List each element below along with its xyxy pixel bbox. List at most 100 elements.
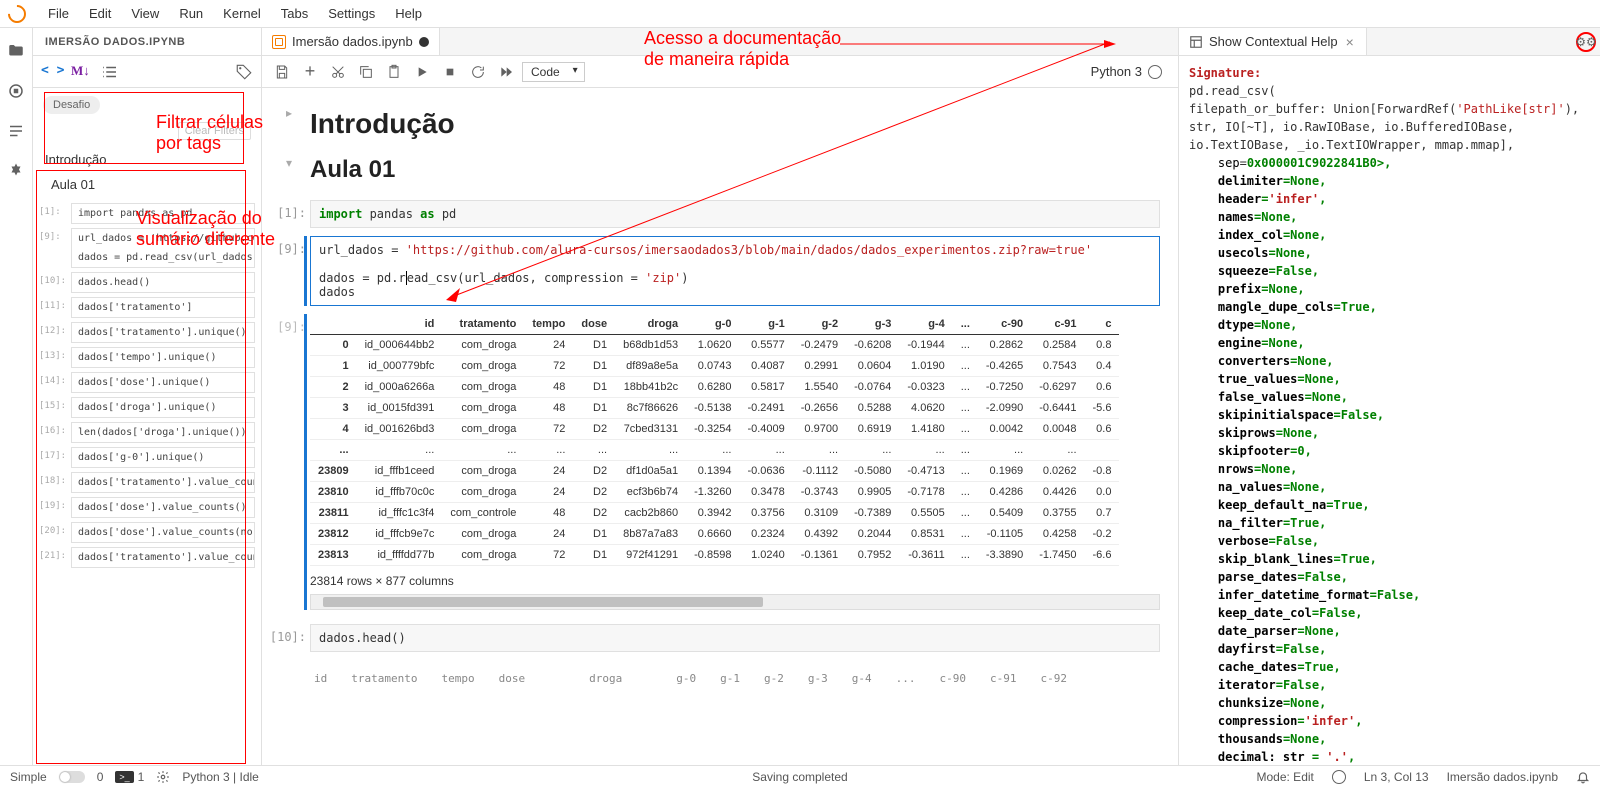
output-prompt: [9]:	[266, 320, 306, 334]
dirty-indicator-icon	[419, 37, 429, 47]
code-toggle-icon[interactable]: < >	[41, 63, 59, 81]
toc-cell[interactable]: [17]:dados['g-0'].unique()	[71, 447, 255, 468]
code-cell[interactable]: [1]: import pandas as pd	[310, 200, 1160, 228]
close-icon[interactable]: ×	[1344, 34, 1356, 50]
markdown-toggle-icon[interactable]: M↓	[71, 63, 89, 81]
extension-icon[interactable]	[7, 162, 25, 180]
status-saving: Saving completed	[752, 770, 847, 784]
right-panel: Show Contextual Help × Signature:pd.read…	[1179, 28, 1600, 765]
paste-button[interactable]	[382, 60, 406, 84]
tab-label: Show Contextual Help	[1209, 34, 1338, 49]
kernel-indicator[interactable]: Python 3	[1091, 64, 1170, 79]
cell-prompt: [1]:	[266, 206, 306, 220]
heading-h1: Introdução	[310, 108, 1160, 140]
status-simple: Simple	[10, 770, 47, 784]
toc-cell[interactable]: [20]:dados['dose'].value_counts(normaliz	[71, 522, 255, 543]
bell-icon[interactable]	[1576, 770, 1590, 784]
simple-toggle[interactable]	[59, 771, 85, 783]
save-button[interactable]	[270, 60, 294, 84]
toc-cell[interactable]: [19]:dados['dose'].value_counts()	[71, 497, 255, 518]
code-cell[interactable]: [10]: dados.head()	[310, 624, 1160, 652]
cell-input[interactable]: import pandas as pd	[310, 200, 1160, 228]
toc-cell[interactable]: [11]:dados['tratamento']	[71, 297, 255, 318]
menu-file[interactable]: File	[38, 2, 79, 25]
cell-input[interactable]: url_dados = 'https://github.com/alura-cu…	[310, 236, 1160, 306]
heading-h2: Aula 01	[310, 156, 1160, 184]
cell-prompt: [10]:	[266, 630, 306, 644]
status-zero: 0	[97, 770, 104, 784]
toc-cell[interactable]: [14]:dados['dose'].unique()	[71, 372, 255, 393]
toc-cell[interactable]: [16]:len(dados['droga'].unique())	[71, 422, 255, 443]
terminals-badge[interactable]: >_1	[115, 770, 144, 784]
help-tab-bar: Show Contextual Help ×	[1179, 28, 1600, 56]
tag-filter-row: Desafio	[33, 88, 261, 122]
run-all-button[interactable]	[494, 60, 518, 84]
notebook-file-icon	[272, 35, 286, 49]
menu-run[interactable]: Run	[169, 2, 213, 25]
status-mode: Mode: Edit	[1257, 770, 1314, 784]
tab-label: Imersão dados.ipynb	[292, 34, 413, 49]
output-dataframe: idtratamentotempodosedrogag-0g-1g-2g-3g-…	[310, 314, 1160, 610]
add-cell-button[interactable]: +	[298, 60, 322, 84]
copy-button[interactable]	[354, 60, 378, 84]
cut-button[interactable]	[326, 60, 350, 84]
toc-cell[interactable]: [15]:dados['droga'].unique()	[71, 397, 255, 418]
toc-heading[interactable]: Introdução	[33, 147, 261, 172]
toc-cell[interactable]: [9]:url_dados = 'https://github.com/alud…	[71, 228, 255, 268]
kernel-ring-icon	[1332, 770, 1346, 784]
clear-filters-button[interactable]: Clear Filters	[178, 122, 251, 140]
center-area: Imersão dados.ipynb + Code Python 3 ▸ In…	[262, 28, 1179, 765]
menu-tabs[interactable]: Tabs	[271, 2, 318, 25]
toc-cell[interactable]: [12]:dados['tratamento'].unique()	[71, 322, 255, 343]
left-panel: IMERSÃO DADOS.IPYNB < > M↓ Desafio Clear…	[33, 28, 262, 765]
stop-button[interactable]	[438, 60, 462, 84]
toc-cell[interactable]: [10]:dados.head()	[71, 272, 255, 293]
output-summary: 23814 rows × 877 columns	[310, 574, 1160, 588]
numbered-list-icon[interactable]	[101, 63, 119, 81]
cell-input[interactable]: dados.head()	[310, 624, 1160, 652]
toc-cell[interactable]: [21]:dados['tratamento'].value_counts().	[71, 547, 255, 568]
tag-chip[interactable]: Desafio	[43, 96, 100, 114]
toc-list: IntroduçãoAula 01 [1]:import pandas as pd…	[33, 143, 261, 765]
menu-edit[interactable]: Edit	[79, 2, 121, 25]
menu-kernel[interactable]: Kernel	[213, 2, 271, 25]
restart-button[interactable]	[466, 60, 490, 84]
settings-icon[interactable]	[156, 770, 170, 784]
folder-icon[interactable]	[7, 42, 25, 60]
help-content[interactable]: Signature:pd.read_csv( filepath_or_buffe…	[1179, 56, 1600, 765]
tag-icon[interactable]	[235, 63, 253, 81]
code-cell-active[interactable]: [9]: url_dados = 'https://github.com/alu…	[310, 236, 1160, 306]
status-cursor: Ln 3, Col 13	[1364, 770, 1429, 784]
cell-type-select[interactable]: Code	[522, 62, 585, 82]
notebook-tab-bar: Imersão dados.ipynb	[262, 28, 1178, 56]
status-kernel: Python 3 | Idle	[182, 770, 259, 784]
toc-cell[interactable]: [13]:dados['tempo'].unique()	[71, 347, 255, 368]
toc-cell[interactable]: [1]:import pandas as pd	[71, 203, 255, 224]
collapse-caret-icon[interactable]: ▾	[286, 156, 292, 170]
horizontal-scrollbar[interactable]	[310, 594, 1160, 610]
output-cell: [9]: idtratamentotempodosedrogag-0g-1g-2…	[310, 314, 1160, 610]
collapse-caret-icon[interactable]: ▸	[286, 106, 292, 120]
running-icon[interactable]	[7, 82, 25, 100]
debugger-icon[interactable]: ⚙⚙	[1576, 32, 1596, 52]
menu-help[interactable]: Help	[385, 2, 432, 25]
notebook-body[interactable]: ▸ Introdução ▾ Aula 01 [1]: import panda…	[262, 88, 1178, 765]
tab-help[interactable]: Show Contextual Help ×	[1179, 28, 1367, 55]
notebook-toolbar: + Code Python 3	[262, 56, 1178, 88]
status-file: Imersão dados.ipynb	[1447, 770, 1558, 784]
tab-notebook[interactable]: Imersão dados.ipynb	[262, 28, 440, 55]
toc-cell[interactable]: [18]:dados['tratamento'].value_counts()	[71, 472, 255, 493]
activity-bar	[0, 28, 33, 765]
toc-heading[interactable]: Aula 01	[33, 172, 261, 197]
panel-title: IMERSÃO DADOS.IPYNB	[33, 28, 261, 56]
menu-settings[interactable]: Settings	[318, 2, 385, 25]
menubar: FileEditViewRunKernelTabsSettingsHelp	[0, 0, 1600, 28]
statusbar: Simple 0 >_1 Python 3 | Idle Saving comp…	[0, 765, 1600, 787]
menu-view[interactable]: View	[121, 2, 169, 25]
jupyter-logo	[4, 1, 29, 26]
kernel-status-icon	[1148, 65, 1162, 79]
run-button[interactable]	[410, 60, 434, 84]
inspector-icon	[1189, 35, 1203, 49]
toc-icon[interactable]	[7, 122, 25, 140]
toc-toolbar: < > M↓	[33, 56, 261, 88]
